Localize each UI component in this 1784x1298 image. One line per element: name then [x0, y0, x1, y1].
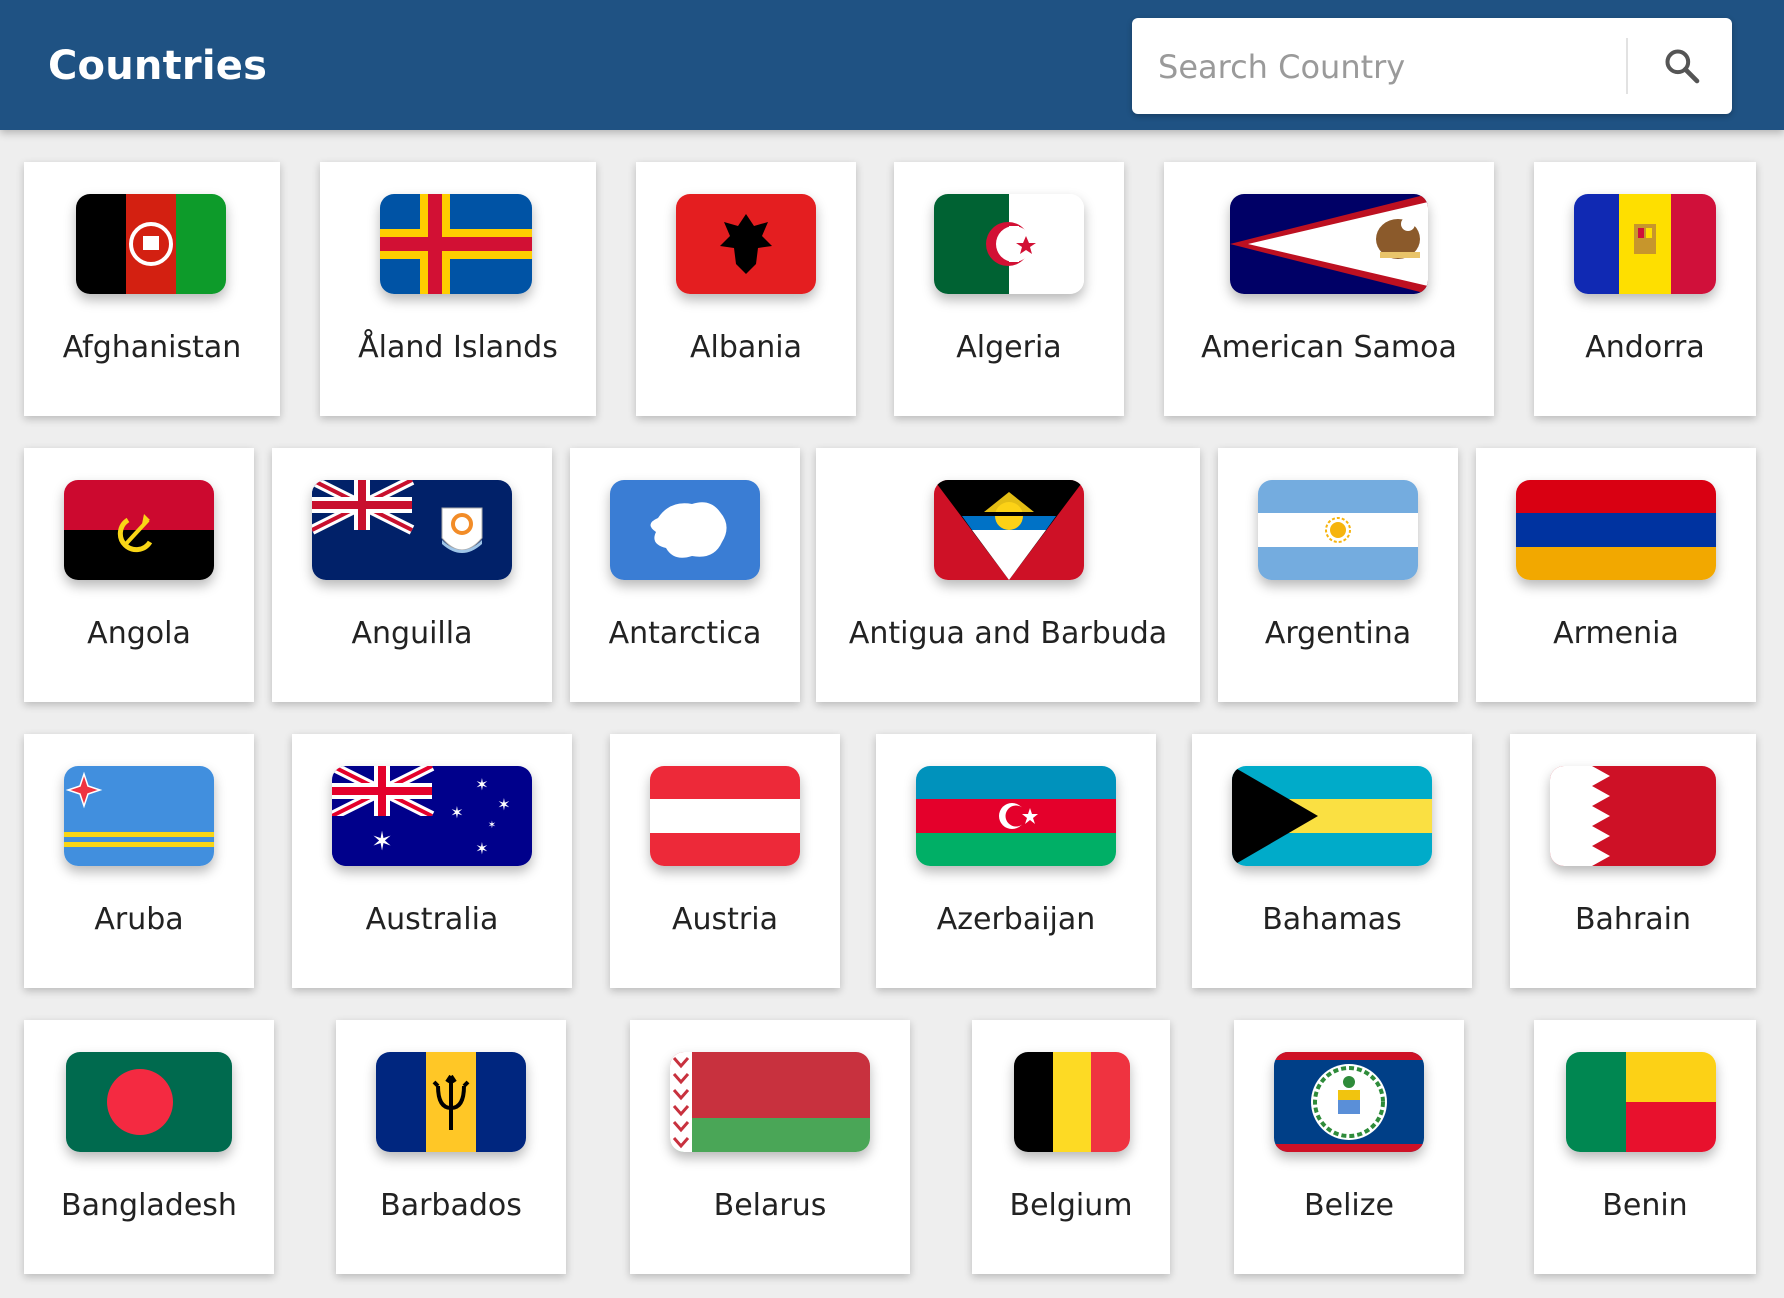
country-card-albania[interactable]: Albania — [636, 162, 856, 416]
country-card-angola[interactable]: Angola — [24, 448, 254, 702]
antarctica-flag — [610, 480, 760, 580]
country-card-armenia[interactable]: Armenia — [1476, 448, 1756, 702]
country-card-bahamas[interactable]: Bahamas — [1192, 734, 1472, 988]
country-name: Algeria — [956, 330, 1062, 365]
anguilla-flag — [312, 480, 512, 580]
search-button[interactable] — [1652, 36, 1712, 96]
country-card-antigua-and-barbuda[interactable]: Antigua and Barbuda — [816, 448, 1200, 702]
bangladesh-flag — [66, 1052, 232, 1152]
afghanistan-flag — [76, 194, 226, 294]
country-card-american-samoa[interactable]: American Samoa — [1164, 162, 1494, 416]
azerbaijan-flag — [916, 766, 1116, 866]
austria-flag — [650, 766, 800, 866]
country-name: Anguilla — [351, 616, 473, 651]
algeria-flag — [934, 194, 1084, 294]
search-input[interactable] — [1156, 36, 1600, 98]
svg-text:✶: ✶ — [488, 820, 496, 831]
country-name: Angola — [87, 616, 191, 651]
svg-text:✶: ✶ — [475, 775, 488, 794]
country-card-barbados[interactable]: Barbados — [336, 1020, 566, 1274]
country-name: Afghanistan — [62, 330, 242, 365]
country-name: Aruba — [94, 902, 184, 937]
country-card-argentina[interactable]: Argentina — [1218, 448, 1458, 702]
country-name: Bahamas — [1262, 902, 1402, 937]
benin-flag — [1566, 1052, 1716, 1152]
country-name: Andorra — [1585, 330, 1705, 365]
country-name: Belize — [1304, 1188, 1394, 1223]
search-box — [1132, 18, 1732, 114]
country-name: Argentina — [1264, 616, 1412, 651]
svg-text:✶: ✶ — [371, 827, 393, 857]
country-card-belarus[interactable]: Belarus — [630, 1020, 910, 1274]
country-name: Benin — [1602, 1188, 1688, 1223]
country-name: Barbados — [380, 1188, 522, 1223]
country-name: Australia — [365, 902, 499, 937]
belarus-flag — [670, 1052, 870, 1152]
country-name: Belarus — [713, 1188, 827, 1223]
bahrain-flag — [1550, 766, 1716, 866]
aruba-flag — [64, 766, 214, 866]
country-name: Antigua and Barbuda — [848, 616, 1168, 651]
search-icon — [1665, 49, 1700, 84]
antigua-and-barbuda-flag — [934, 480, 1084, 580]
app-header: Countries — [0, 0, 1784, 130]
american-samoa-flag — [1230, 194, 1428, 294]
barbados-flag — [376, 1052, 526, 1152]
country-card-austria[interactable]: Austria — [610, 734, 840, 988]
country-name: American Samoa — [1201, 330, 1457, 365]
argentina-flag — [1258, 480, 1418, 580]
country-card-algeria[interactable]: Algeria — [894, 162, 1124, 416]
bahamas-flag — [1232, 766, 1432, 866]
country-card-belize[interactable]: Belize — [1234, 1020, 1464, 1274]
country-card-aland-islands[interactable]: Åland Islands — [320, 162, 596, 416]
country-card-australia[interactable]: ✶ ✶ ✶ ✶ ✶ ✶ Australia — [292, 734, 572, 988]
aland-islands-flag — [380, 194, 532, 294]
belgium-flag — [1014, 1052, 1130, 1152]
albania-flag — [676, 194, 816, 294]
country-grid: Afghanistan Åland Islands Albania Algeri… — [0, 130, 1784, 1298]
country-card-antarctica[interactable]: Antarctica — [570, 448, 800, 702]
svg-text:✶: ✶ — [450, 803, 463, 822]
australia-flag: ✶ ✶ ✶ ✶ ✶ ✶ — [332, 766, 532, 866]
country-card-aruba[interactable]: Aruba — [24, 734, 254, 988]
country-card-bangladesh[interactable]: Bangladesh — [24, 1020, 274, 1274]
svg-text:✶: ✶ — [475, 839, 488, 858]
country-name: Azerbaijan — [936, 902, 1096, 937]
angola-flag — [64, 480, 214, 580]
country-card-belgium[interactable]: Belgium — [972, 1020, 1170, 1274]
belize-flag — [1274, 1052, 1424, 1152]
country-name: Antarctica — [608, 616, 762, 651]
armenia-flag — [1516, 480, 1716, 580]
country-name: Åland Islands — [358, 330, 558, 365]
svg-text:✶: ✶ — [497, 795, 510, 814]
country-name: Bahrain — [1574, 902, 1692, 937]
country-card-benin[interactable]: Benin — [1534, 1020, 1756, 1274]
country-card-bahrain[interactable]: Bahrain — [1510, 734, 1756, 988]
country-card-azerbaijan[interactable]: Azerbaijan — [876, 734, 1156, 988]
country-name: Bangladesh — [61, 1188, 237, 1223]
country-card-andorra[interactable]: Andorra — [1534, 162, 1756, 416]
andorra-flag — [1574, 194, 1716, 294]
country-card-afghanistan[interactable]: Afghanistan — [24, 162, 280, 416]
country-card-anguilla[interactable]: Anguilla — [272, 448, 552, 702]
country-name: Austria — [672, 902, 778, 937]
country-name: Armenia — [1553, 616, 1679, 651]
country-name: Albania — [689, 330, 803, 365]
page-title: Countries — [48, 43, 268, 89]
country-name: Belgium — [1009, 1188, 1133, 1223]
search-divider — [1626, 38, 1628, 94]
